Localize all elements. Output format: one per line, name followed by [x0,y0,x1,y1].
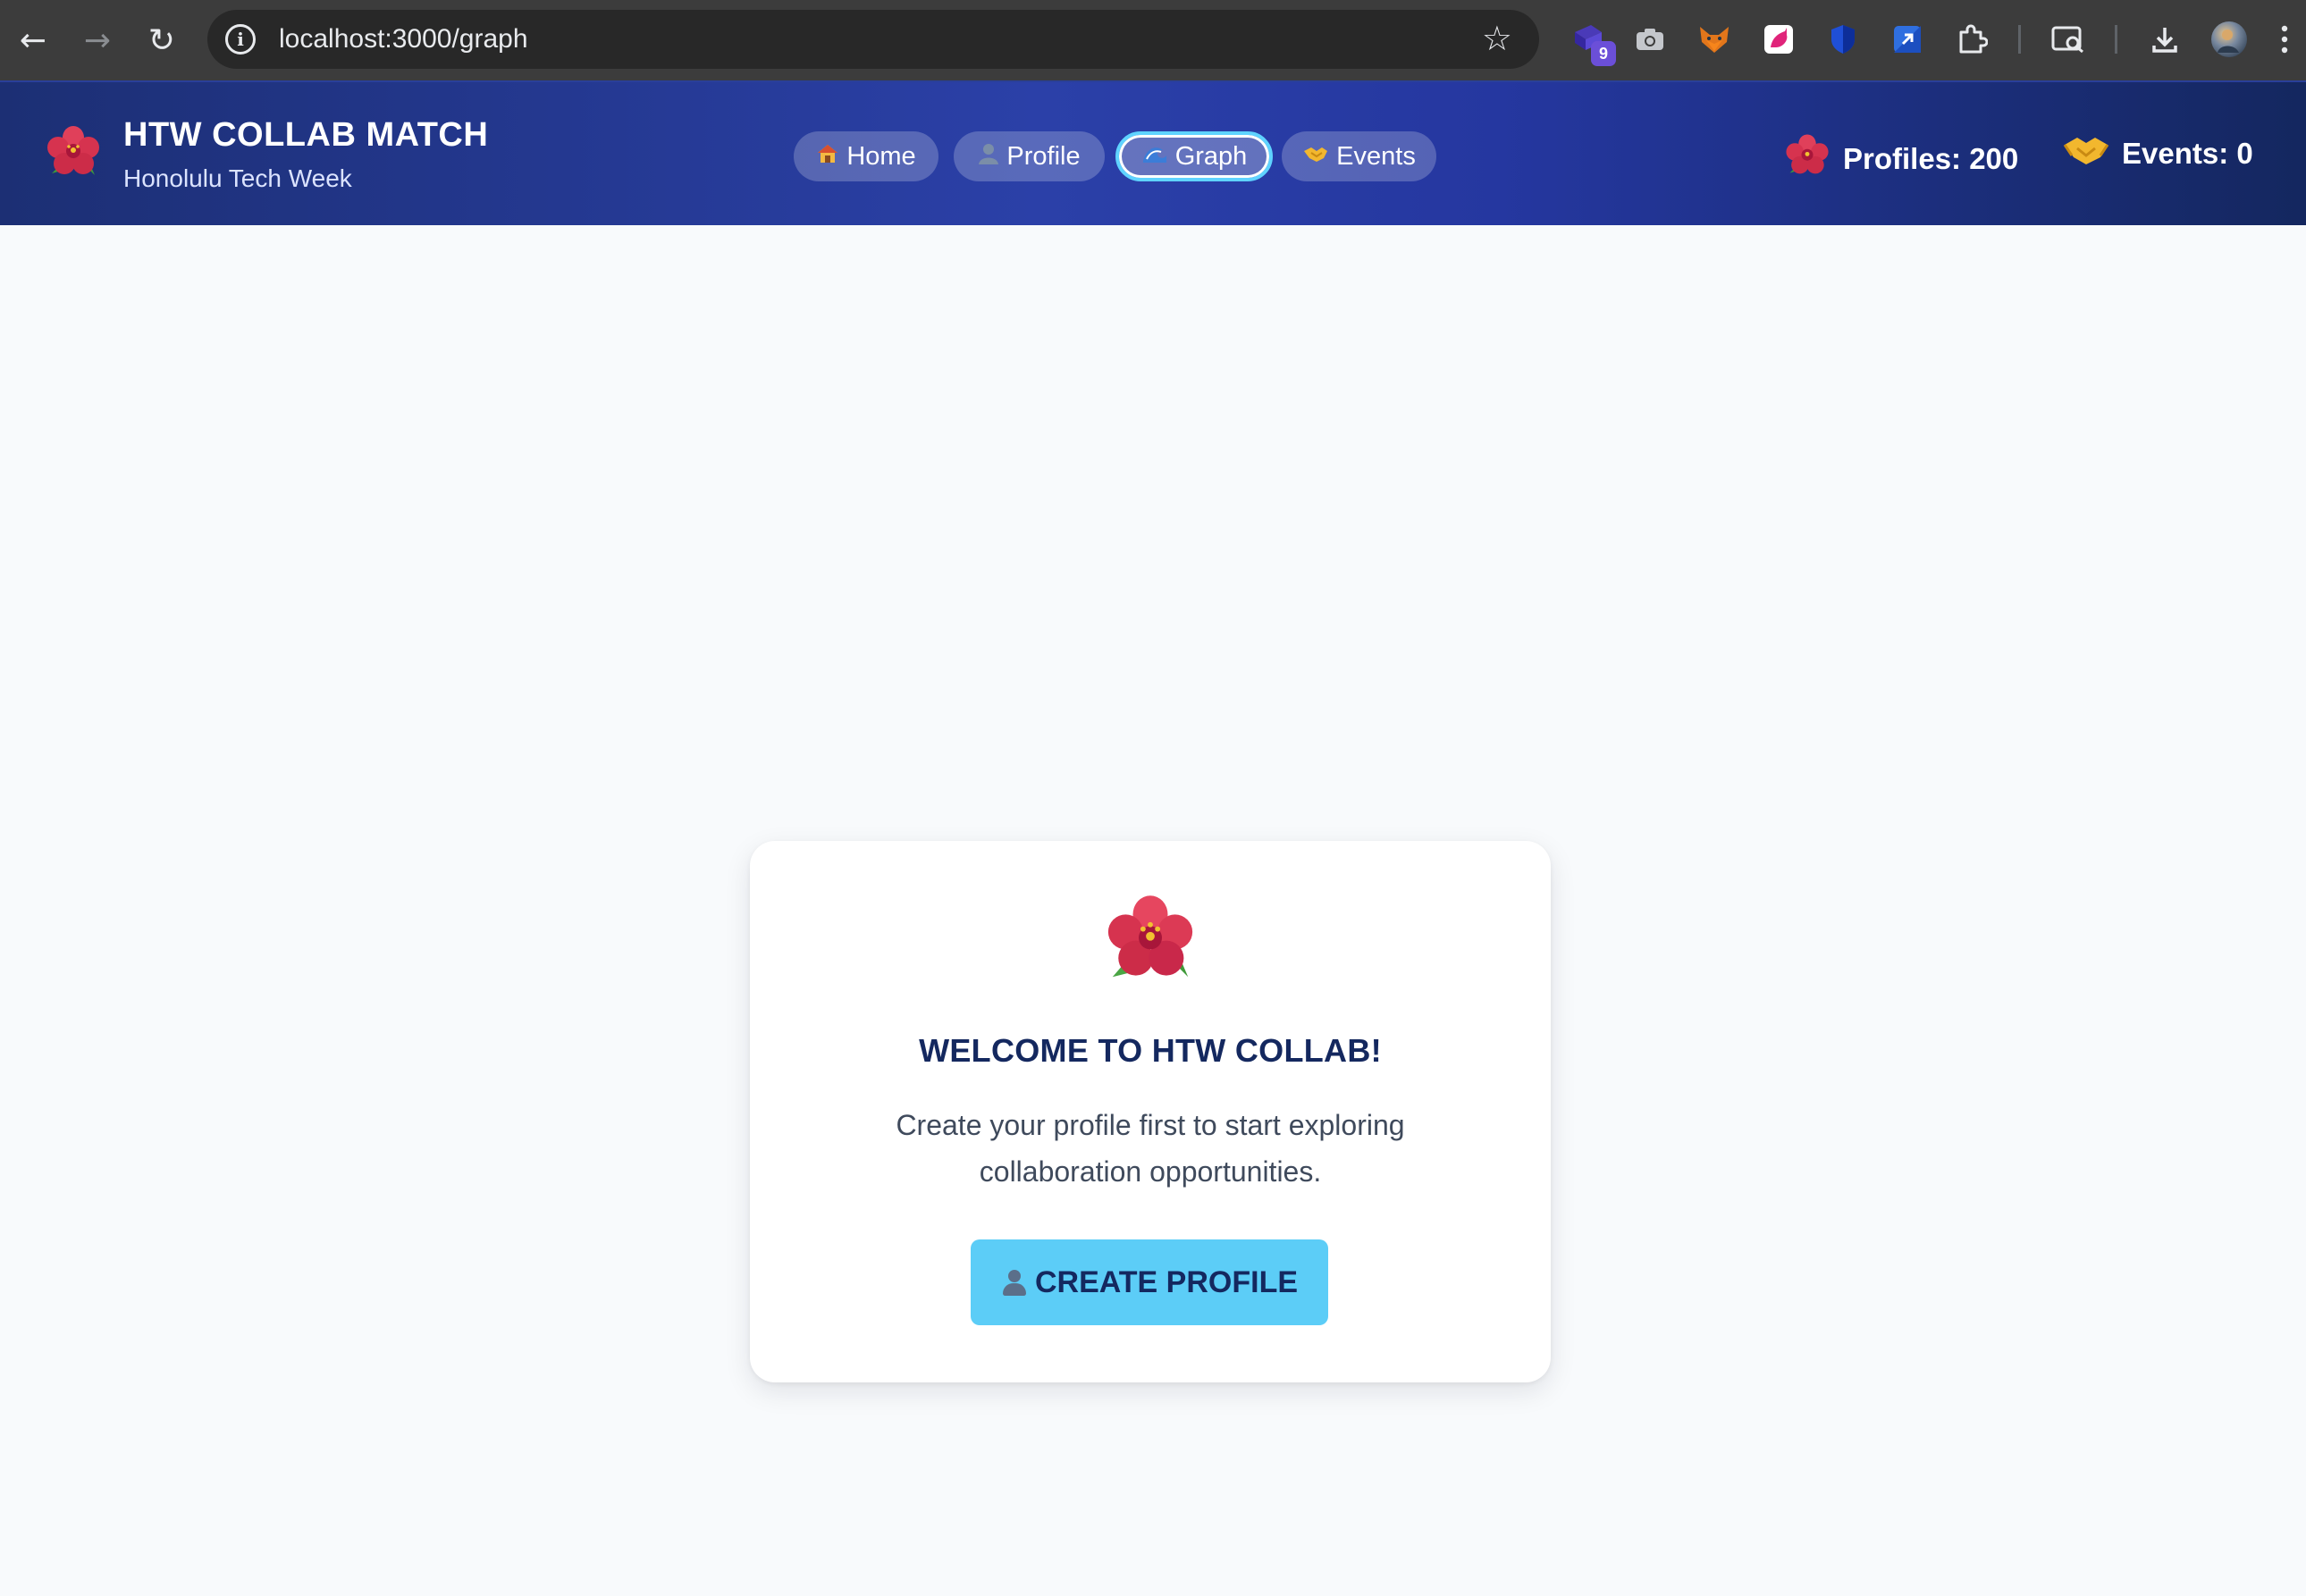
events-stat: Events: 0 [2063,132,2253,175]
profiles-count: Profiles: 200 [1843,142,2019,175]
hibiscus-icon [1784,132,1830,186]
unicorn-icon[interactable] [1759,20,1798,59]
welcome-card: WELCOME TO HTW COLLAB! Create your profi… [750,841,1551,1382]
extension-badge: 9 [1591,41,1616,66]
reload-icon[interactable]: ↻ [136,14,188,66]
app-subtitle: Honolulu Tech Week [123,164,352,192]
nav-profile-label: Profile [1006,141,1081,171]
app-title: HTW COLLAB MATCH [123,116,489,154]
nav-profile[interactable]: Profile [954,131,1105,181]
house-icon [816,143,839,170]
bookmark-star-icon[interactable]: ☆ [1482,19,1512,58]
forward-arrow-icon[interactable]: → [72,14,123,66]
stack-extension-icon[interactable]: 9 [1570,20,1616,66]
camera-icon[interactable] [1630,20,1670,59]
app-header: HTW COLLAB MATCH Honolulu Tech Week Home… [0,80,2306,225]
fox-icon[interactable] [1695,20,1734,59]
person-icon [1001,1268,1028,1297]
menu-kebab-icon[interactable] [2276,20,2293,59]
nav-graph-label: Graph [1174,141,1248,171]
create-profile-button[interactable]: CREATE PROFILE [971,1239,1328,1325]
nav-home[interactable]: Home [794,131,938,181]
download-icon[interactable] [2145,20,2184,59]
hibiscus-icon [1104,893,1197,990]
nav-events-label: Events [1336,141,1416,171]
browser-toolbar: ← → ↻ i localhost:3000/graph ☆ 9 [0,0,2306,80]
handshake-icon [2063,132,2109,175]
profile-avatar[interactable] [2209,20,2249,59]
handshake-icon [1302,144,1329,169]
profiles-stat: Profiles: 200 [1784,132,2018,186]
shield-icon[interactable] [1823,20,1863,59]
site-info-icon[interactable]: i [225,24,256,55]
welcome-title: WELCOME TO HTW COLLAB! [919,1032,1382,1069]
hibiscus-logo-icon [45,123,102,185]
url-text[interactable]: localhost:3000/graph [279,24,528,55]
arrow-box-icon[interactable] [1888,20,1927,59]
nav-events[interactable]: Events [1282,131,1436,181]
toolbar-divider [2115,25,2117,54]
toolbar-divider [2018,25,2021,54]
events-count: Events: 0 [2122,137,2253,170]
address-bar[interactable]: i localhost:3000/graph ☆ [207,10,1539,69]
nav-home-label: Home [846,141,916,171]
wave-icon [1141,143,1168,170]
welcome-message: Create your profile first to start explo… [896,1109,1405,1188]
back-arrow-icon[interactable]: ← [7,14,59,66]
puzzle-icon[interactable] [1952,20,1991,59]
create-profile-label: CREATE PROFILE [1034,1264,1299,1299]
nav-graph[interactable]: Graph [1115,131,1273,181]
person-icon [978,142,999,171]
search-tab-icon[interactable] [2049,20,2088,59]
